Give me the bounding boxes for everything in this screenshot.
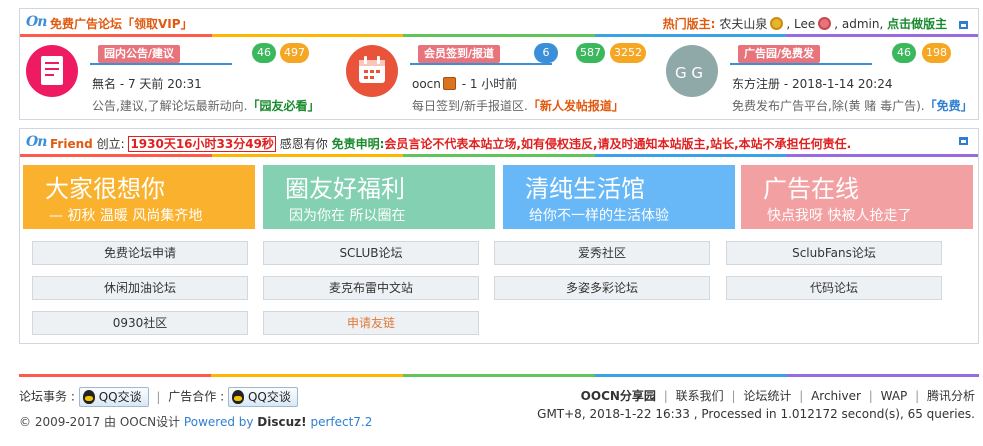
svg-text:G G: G G — [675, 64, 703, 82]
forum-card-announcements: 园内公告/建议 46 497 無名 - 7 天前 20:31 公告,建议,了解论… — [20, 41, 340, 117]
footer-link-tencent[interactable]: 腾讯分析 — [927, 389, 975, 403]
topic-count-badge: 46 — [892, 43, 916, 63]
footer-link-wap[interactable]: WAP — [881, 389, 908, 403]
footer-link-contact[interactable]: 联系我们 — [676, 389, 724, 403]
forum-name-link[interactable]: 园内公告/建议 — [98, 45, 181, 63]
friend-header-text: Friend 创立: 1930天16小时33分49秒 感恩有你 免责申明:会员言… — [50, 136, 852, 152]
forum-name-link[interactable]: 广告园/免费发 — [738, 45, 821, 63]
footer-link-archiver[interactable]: Archiver — [811, 389, 861, 403]
forum-desc-link[interactable]: 「园友必看」 — [247, 99, 319, 113]
topic-count-badge: 587 — [576, 43, 605, 63]
footer-link-home[interactable]: OOCN分享园 — [581, 389, 656, 403]
calendar-icon[interactable] — [346, 45, 398, 97]
document-icon[interactable] — [26, 45, 78, 97]
rainbow-divider — [20, 154, 978, 157]
apply-friend-link[interactable]: 申请友链 — [263, 311, 479, 335]
forum-affairs-label: 论坛事务 : — [19, 389, 75, 404]
last-post-time: - 7 天前 20:31 — [116, 77, 202, 91]
site-logo-icon: On — [26, 14, 47, 30]
vip-link[interactable]: 「领取VIP」 — [122, 17, 193, 31]
topic-count-badge: 46 — [252, 43, 276, 63]
become-moderator-link[interactable]: 点击做版主 — [887, 17, 947, 31]
banner-ads-online[interactable]: 广告在线 快点我呀 快被人抢走了 — [741, 165, 973, 229]
ad-coop-label: 广告合作 : — [168, 389, 225, 404]
post-count-badge: 198 — [922, 43, 951, 63]
banner-welfare[interactable]: 圈友好福利 因为你在 所以圈在 — [263, 165, 495, 229]
powered-by-link[interactable]: Powered by Discuz! perfect7.2 — [184, 415, 372, 429]
forum-desc-link[interactable]: 「新人发帖报道」 — [528, 99, 624, 113]
footer-copyright: © 2009-2017 由 OOCN设计 Powered by Discuz! … — [19, 415, 373, 429]
footer-nav: OOCN分享园 | 联系我们 | 论坛统计 | Archiver | WAP |… — [580, 389, 975, 403]
forum-panel: On 免费广告论坛「领取VIP」 热门版主: 农夫山泉, Lee, admin,… — [19, 8, 979, 120]
gold-medal-icon — [770, 17, 784, 30]
disclaimer-label: 免责申明: — [331, 137, 385, 151]
qq-chat-button[interactable]: QQ交谈 — [78, 387, 149, 407]
banner-life[interactable]: 清纯生活馆 给你不一样的生活体验 — [503, 165, 735, 229]
friend-link[interactable]: 爱秀社区 — [494, 241, 710, 265]
banner-miss-you[interactable]: 大家很想你 — 初秋 温暖 风尚集齐地 — [23, 165, 255, 229]
forum-card-checkin: 会员签到/报道 6 587 3252 oocn - 1 小时前 每日签到/新手报… — [340, 41, 660, 117]
forum-description: 免费发布广告平台,除(黄 赌 毒广告).「免费」 — [732, 99, 973, 113]
forum-desc-link[interactable]: 「免费」 — [925, 99, 973, 113]
post-count-badge: 3252 — [610, 43, 646, 63]
friend-link[interactable]: 代码论坛 — [726, 276, 942, 300]
last-poster-link[interactable]: 無名 — [92, 77, 116, 91]
friend-link[interactable]: SCLUB论坛 — [263, 241, 479, 265]
friend-link[interactable]: 免费论坛申请 — [32, 241, 248, 265]
rainbow-divider — [20, 34, 978, 37]
rank-medal-icon — [442, 77, 456, 90]
last-poster-link[interactable]: oocn — [412, 77, 441, 91]
hot-moderators: 热门版主: 农夫山泉, Lee, admin, 点击做版主 — [663, 15, 968, 32]
forum-description: 每日签到/新手报道区.「新人发帖报道」 — [412, 99, 624, 113]
today-count-badge: 6 — [534, 43, 558, 63]
collapse-icon[interactable] — [959, 21, 968, 29]
mod-link[interactable]: admin — [842, 17, 880, 31]
hot-mods-label: 热门版主: — [662, 17, 716, 31]
friend-links-panel: On Friend 创立: 1930天16小时33分49秒 感恩有你 免责申明:… — [19, 128, 979, 344]
friend-link[interactable]: SclubFans论坛 — [726, 241, 942, 265]
footer-processing-stats: GMT+8, 2018-1-22 16:33 , Processed in 1.… — [537, 407, 975, 421]
last-post-time: - 2018-1-14 20:24 — [780, 77, 893, 91]
forum-tag-underline: 广告园/免费发 — [730, 45, 872, 65]
forum-description: 公告,建议,了解论坛最新动向.「园友必看」 — [92, 99, 320, 113]
friend-link[interactable]: 多姿多彩论坛 — [494, 276, 710, 300]
collapse-icon[interactable] — [959, 137, 968, 145]
last-post-meta: 东方注册 - 2018-1-14 20:24 — [732, 75, 892, 92]
last-post-meta: oocn - 1 小时前 — [412, 75, 517, 92]
mod-link[interactable]: 农夫山泉 — [719, 17, 767, 31]
last-post-meta: 無名 - 7 天前 20:31 — [92, 75, 202, 92]
forum-card-ads: G G 广告园/免费发 46 198 东方注册 - 2018-1-14 20:2… — [660, 41, 980, 117]
forum-panel-header: On 免费广告论坛「领取VIP」 热门版主: 农夫山泉, Lee, admin,… — [20, 9, 978, 37]
last-post-time: - 1 小时前 — [457, 77, 518, 91]
qq-penguin-icon — [231, 390, 244, 404]
forum-tag-underline: 会员签到/报道 — [410, 45, 552, 65]
qq-penguin-icon — [82, 390, 95, 404]
last-poster-link[interactable]: 东方注册 — [732, 77, 780, 91]
heart-medal-icon — [818, 17, 832, 30]
mod-link[interactable]: Lee — [794, 17, 815, 31]
forum-tag-underline: 园内公告/建议 — [90, 45, 232, 65]
uptime-timer: 1930天16小时33分49秒 — [128, 136, 276, 152]
post-count-badge: 497 — [280, 43, 309, 63]
friend-link[interactable]: 麦克布雷中文站 — [263, 276, 479, 300]
site-logo-icon: On — [26, 134, 47, 150]
qq-chat-button[interactable]: QQ交谈 — [227, 387, 298, 407]
friend-link[interactable]: 休闲加油论坛 — [32, 276, 248, 300]
disclaimer-text: 会员言论不代表本站立场,如有侵权违反,请及时通知本站版主,站长,本站不承担任何责… — [384, 137, 852, 151]
forum-placeholder-icon[interactable]: G G — [666, 45, 718, 97]
friend-link[interactable]: 0930社区 — [32, 311, 248, 335]
footer-rainbow-divider — [19, 374, 979, 377]
footer-contact: 论坛事务 : QQ交谈 | 广告合作 : QQ交谈 — [19, 387, 298, 407]
friend-panel-header: On Friend 创立: 1930天16小时33分49秒 感恩有你 免责申明:… — [20, 129, 978, 157]
forum-name-link[interactable]: 会员签到/报道 — [418, 45, 501, 63]
panel-title[interactable]: 免费广告论坛「领取VIP」 — [50, 15, 193, 32]
footer-link-stats[interactable]: 论坛统计 — [743, 389, 791, 403]
